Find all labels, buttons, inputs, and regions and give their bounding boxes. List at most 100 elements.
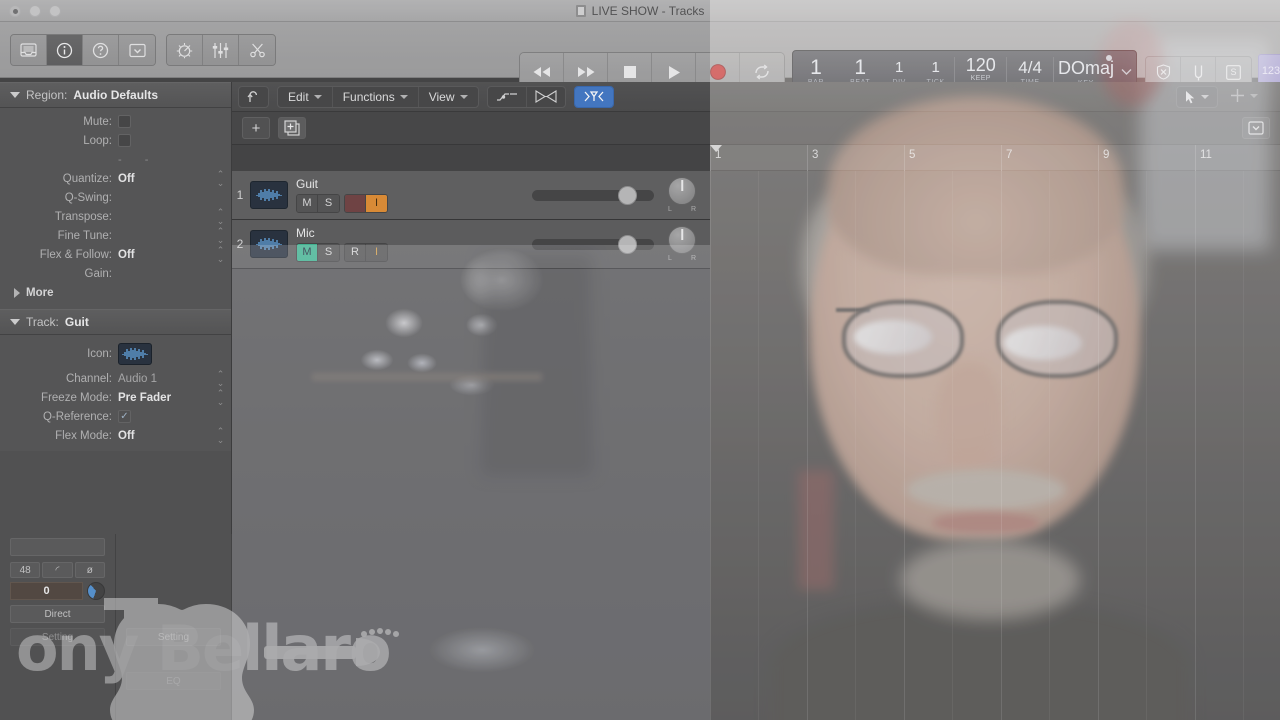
freezemode-stepper-icon[interactable]: ⌃ ⌄ <box>216 388 225 407</box>
volume-slider[interactable] <box>532 185 654 205</box>
duplicate-track-button[interactable] <box>278 117 306 139</box>
region-section-header[interactable]: Region: Audio Defaults <box>0 82 231 108</box>
strip-filter-row[interactable]: 48 ◜ ø <box>10 562 105 578</box>
logic-pro-window: LIVE SHOW - Tracks Region: Audio Default… <box>0 0 1280 720</box>
phase-icon[interactable]: ø <box>74 562 105 578</box>
freezemode-value: Pre Fader <box>118 391 172 404</box>
hpf-48-button[interactable]: 48 <box>10 562 41 578</box>
param-row-quantize[interactable]: Quantize: Off ⌃ ⌄ <box>0 169 231 188</box>
zoom-button[interactable] <box>49 4 61 17</box>
slope-icon[interactable]: ◜ <box>42 562 73 578</box>
snap-trim-group[interactable] <box>573 85 614 108</box>
pan-knob[interactable] <box>668 177 696 205</box>
flexfollow-stepper-icon[interactable]: ⌃ ⌄ <box>216 245 225 264</box>
add-track-button[interactable]: + <box>242 117 270 139</box>
param-row-icon[interactable]: Icon: <box>0 339 231 369</box>
transpose-stepper-icon[interactable]: ⌃ ⌄ <box>216 207 225 226</box>
more-disclosure[interactable]: More <box>0 283 231 303</box>
library-icon[interactable] <box>11 35 47 65</box>
param-row-fades[interactable]: - - <box>0 150 231 169</box>
volume-slider-handle[interactable] <box>618 185 637 205</box>
table-row[interactable]: 1 Guit M S I L R <box>232 171 710 220</box>
minimize-button[interactable] <box>29 4 41 17</box>
view-icons-group[interactable] <box>486 85 566 108</box>
channel-strip-right: Setting EQ <box>116 534 232 720</box>
channel-stepper-icon[interactable]: ⌃ ⌄ <box>216 369 225 388</box>
inspector-panel: Region: Audio Defaults Mute: Loop: - - Q… <box>0 82 232 720</box>
video-background-object <box>1100 20 1164 106</box>
disclosure-triangle-icon[interactable] <box>10 92 20 98</box>
param-row-transpose[interactable]: Transpose: ⌃ ⌄ <box>0 207 231 226</box>
solo-button[interactable]: S <box>318 194 339 212</box>
record-input-group[interactable]: I <box>344 193 388 213</box>
input-monitor-button[interactable]: I <box>366 194 387 212</box>
track-parameters: Icon: Channel: Audio 1 ⌃ ⌄ Freeze Mode: P… <box>0 335 231 451</box>
close-button[interactable] <box>9 4 21 17</box>
menu-view[interactable]: View <box>419 87 478 107</box>
undo-button[interactable] <box>239 87 268 107</box>
quick-help-icon[interactable] <box>83 35 119 65</box>
mixer-icon[interactable] <box>203 35 239 65</box>
qreference-checkbox[interactable]: ✓ <box>118 410 131 423</box>
smart-controls-icon[interactable] <box>167 35 203 65</box>
strip-gain-row[interactable]: 0 <box>10 582 105 600</box>
finetune-stepper-icon[interactable]: ⌃ ⌄ <box>216 226 225 245</box>
track-section-header[interactable]: Track: Guit <box>0 309 231 335</box>
flex-icon[interactable] <box>527 87 565 107</box>
param-row-freezemode[interactable]: Freeze Mode: Pre Fader ⌃ ⌄ <box>0 388 231 407</box>
param-row-flexmode[interactable]: Flex Mode: Off ⌃ ⌄ <box>0 426 231 445</box>
view-toggle-group[interactable] <box>10 34 156 66</box>
chevron-right-icon <box>14 288 20 298</box>
param-row-flexfollow[interactable]: Flex & Follow: Off ⌃ ⌄ <box>0 245 231 264</box>
direct-button[interactable]: Direct <box>10 605 105 623</box>
video-dark-region <box>482 255 592 475</box>
toolbar-toggle-icon[interactable] <box>119 35 155 65</box>
chevron-down-icon <box>313 94 322 99</box>
region-parameters: Mute: Loop: - - Quantize: Off ⌃ ⌄ Q-Swing… <box>0 108 231 309</box>
param-row-qreference[interactable]: Q-Reference: ✓ <box>0 407 231 426</box>
param-row-gain[interactable]: Gain: <box>0 264 231 283</box>
mute-button[interactable]: M <box>297 194 318 212</box>
quantize-stepper-icon[interactable]: ⌃ ⌄ <box>216 169 225 188</box>
video-overlay-webcam <box>710 0 1280 720</box>
mute-solo-group[interactable]: M S <box>296 193 340 213</box>
strip-top-field[interactable] <box>10 538 105 556</box>
editor-toggle-group[interactable] <box>166 34 276 66</box>
menu-group[interactable]: Edit Functions View <box>277 85 479 108</box>
eq-button[interactable]: EQ <box>126 672 221 690</box>
menu-functions[interactable]: Functions <box>333 86 419 107</box>
flexmode-stepper-icon[interactable]: ⌃ ⌄ <box>216 426 225 445</box>
param-row-mute[interactable]: Mute: <box>0 112 231 131</box>
waveform-icon[interactable] <box>250 181 288 209</box>
more-label: More <box>26 287 54 299</box>
track-icon-waveform-icon[interactable] <box>118 343 152 365</box>
menu-edit[interactable]: Edit <box>278 86 333 107</box>
track-disclosure-triangle-icon[interactable] <box>10 319 20 325</box>
track-buttons: M S I <box>296 193 446 213</box>
pan-control[interactable]: L R <box>667 177 697 213</box>
setting-button-right[interactable]: Setting <box>126 628 221 646</box>
setting-button-left[interactable]: Setting <box>10 628 105 646</box>
record-enable-button[interactable] <box>345 194 366 212</box>
automation-icon[interactable] <box>488 86 527 107</box>
track-meta: Guit M S I <box>296 177 446 213</box>
undo-group[interactable] <box>238 85 269 108</box>
editors-icon[interactable] <box>239 35 275 65</box>
param-row-channel[interactable]: Channel: Audio 1 ⌃ ⌄ <box>0 369 231 388</box>
video-glasses <box>838 290 1122 386</box>
gain-knob[interactable] <box>87 582 105 600</box>
snap-trim-icon[interactable] <box>574 86 613 107</box>
channel-strip-area: 48 ◜ ø 0 Direct Setting Input 1 Audio FX <box>0 534 232 720</box>
window-controls[interactable] <box>9 4 61 17</box>
param-row-loop[interactable]: Loop: <box>0 131 231 150</box>
channel-strip-left: 48 ◜ ø 0 Direct Setting Input 1 Audio FX <box>0 534 116 720</box>
menu-edit-label: Edit <box>288 89 309 104</box>
loop-checkbox[interactable] <box>118 134 131 147</box>
gain-field[interactable]: 0 <box>10 582 83 600</box>
param-row-finetune[interactable]: Fine Tune: ⌃ ⌄ <box>0 226 231 245</box>
track-name-value: Guit <box>64 315 89 329</box>
inspector-icon[interactable] <box>47 35 83 65</box>
param-row-qswing[interactable]: Q-Swing: <box>0 188 231 207</box>
fade-values: - - <box>118 153 159 166</box>
mute-checkbox[interactable] <box>118 115 131 128</box>
